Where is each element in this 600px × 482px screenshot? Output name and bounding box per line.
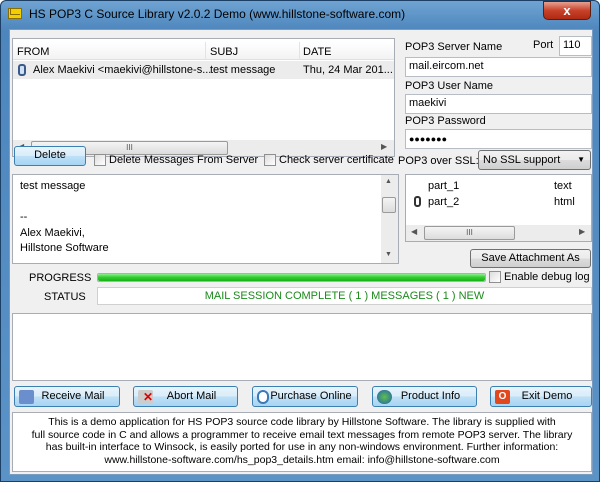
- globe-icon: [377, 390, 392, 404]
- server-input[interactable]: mail.eircom.net: [405, 57, 592, 77]
- column-from[interactable]: FROM: [17, 46, 49, 58]
- row-from: Alex Maekivi <maekivi@hillstone-s...: [33, 64, 212, 76]
- vertical-scrollbar[interactable]: ▲ ▼: [381, 175, 398, 263]
- ssl-select-value: No SSL support: [483, 154, 561, 166]
- client-area: FROM SUBJ DATE Alex Maekivi <maekivi@hil…: [9, 29, 593, 475]
- network-icon: [19, 390, 34, 404]
- paperclip-icon: [18, 64, 26, 76]
- status-label: STATUS: [44, 291, 86, 303]
- password-input[interactable]: ●●●●●●●: [405, 129, 592, 149]
- debug-log-checkbox[interactable]: [489, 271, 501, 283]
- paperclip-icon: [414, 196, 421, 207]
- list-header: FROM SUBJ DATE: [13, 42, 394, 60]
- power-icon: O: [495, 390, 510, 404]
- delete-from-server-checkbox[interactable]: [94, 154, 106, 166]
- message-list[interactable]: FROM SUBJ DATE Alex Maekivi <maekivi@hil…: [12, 38, 395, 157]
- user-input[interactable]: maekivi: [405, 94, 592, 114]
- list-item[interactable]: part_1 text: [406, 178, 591, 194]
- abort-mail-button[interactable]: ✕ Abort Mail: [133, 386, 238, 407]
- debug-log-label: Enable debug log: [504, 271, 590, 283]
- ssl-label: POP3 over SSL:: [398, 155, 479, 167]
- column-subj[interactable]: SUBJ: [210, 46, 238, 58]
- exit-demo-button[interactable]: O Exit Demo: [490, 386, 592, 407]
- scroll-thumb[interactable]: III: [424, 226, 515, 240]
- status-text: MAIL SESSION COMPLETE ( 1 ) MESSAGES ( 1…: [97, 287, 592, 305]
- row-subj: test message: [210, 64, 276, 76]
- scroll-left-icon[interactable]: ◀: [411, 227, 417, 236]
- scroll-up-icon[interactable]: ▲: [385, 178, 392, 185]
- log-area[interactable]: [12, 313, 592, 381]
- receive-mail-button[interactable]: Receive Mail: [14, 386, 120, 407]
- chevron-down-icon: ▼: [577, 155, 585, 164]
- window-title: HS POP3 C Source Library v2.0.2 Demo (ww…: [29, 7, 406, 21]
- horizontal-scrollbar[interactable]: ◀ III ▶: [406, 225, 591, 241]
- scroll-right-icon[interactable]: ▶: [381, 142, 387, 151]
- delete-from-server-label: Delete Messages From Server: [109, 154, 259, 166]
- row-date: Thu, 24 Mar 201...: [303, 64, 393, 76]
- envelope-icon: [8, 8, 22, 19]
- progress-bar: [97, 273, 486, 282]
- abort-icon: ✕: [138, 390, 153, 404]
- mouse-icon: [257, 390, 269, 404]
- port-input[interactable]: 110: [559, 36, 592, 56]
- progress-label: PROGRESS: [29, 272, 92, 284]
- info-text: This is a demo application for HS POP3 s…: [12, 412, 592, 472]
- progress-fill: [98, 274, 485, 281]
- column-date[interactable]: DATE: [303, 46, 332, 58]
- delete-button[interactable]: Delete: [14, 146, 86, 166]
- save-attachment-button[interactable]: Save Attachment As: [470, 249, 591, 268]
- purchase-online-button[interactable]: Purchase Online: [252, 386, 358, 407]
- list-item[interactable]: part_2 html: [406, 194, 591, 210]
- scroll-down-icon[interactable]: ▼: [385, 251, 392, 258]
- ssl-select[interactable]: No SSL support ▼: [478, 150, 591, 170]
- message-body[interactable]: test message -- Alex Maekivi, Hillstone Sof…: [12, 174, 399, 264]
- user-label: POP3 User Name: [405, 80, 494, 92]
- table-row[interactable]: Alex Maekivi <maekivi@hillstone-s... tes…: [13, 61, 394, 79]
- check-cert-checkbox[interactable]: [264, 154, 276, 166]
- app-window: HS POP3 C Source Library v2.0.2 Demo (ww…: [0, 0, 600, 482]
- scroll-thumb[interactable]: [382, 197, 396, 213]
- check-cert-label: Check server certificate: [279, 154, 394, 166]
- scroll-right-icon[interactable]: ▶: [579, 227, 585, 236]
- password-label: POP3 Password: [405, 115, 486, 127]
- attachment-list[interactable]: part_1 text part_2 html ◀ III ▶: [405, 174, 592, 242]
- close-button[interactable]: x: [543, 1, 591, 20]
- product-info-button[interactable]: Product Info: [372, 386, 477, 407]
- port-label: Port: [533, 39, 554, 51]
- server-label: POP3 Server Name: [405, 41, 503, 53]
- body-text: test message -- Alex Maekivi, Hillstone Sof…: [20, 180, 109, 254]
